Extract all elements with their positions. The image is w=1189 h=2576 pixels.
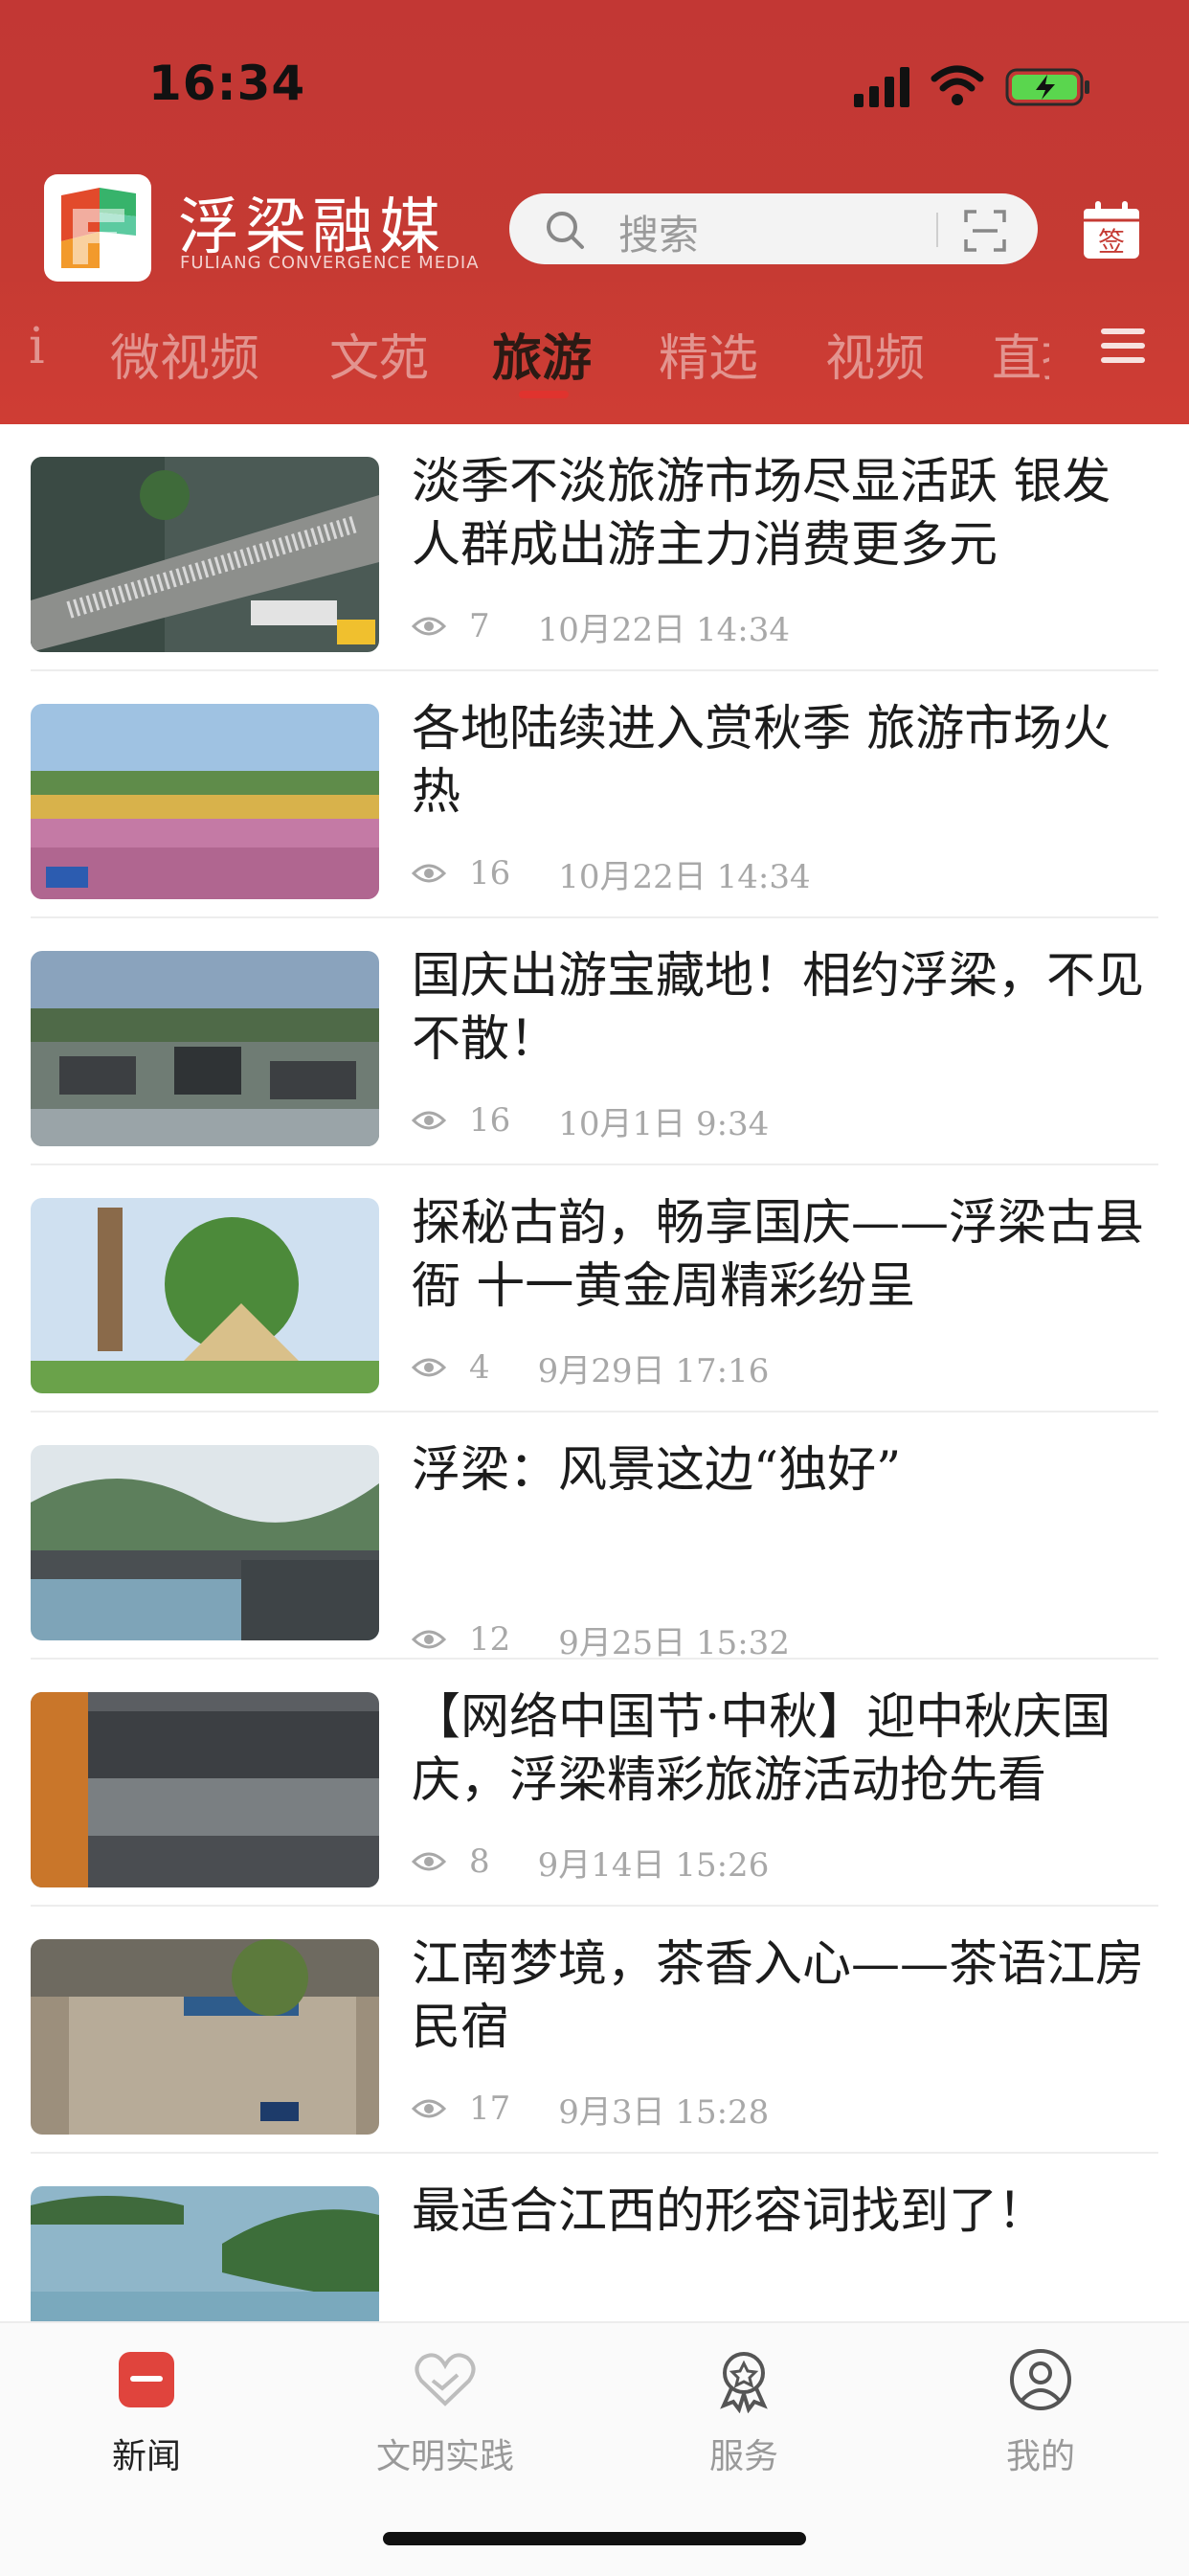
nav-profile[interactable]: 我的 <box>921 2323 1160 2515</box>
search-placeholder: 搜索 <box>618 212 700 259</box>
nav-civilization[interactable]: 文明实践 <box>325 2323 565 2515</box>
publish-time: 10月1日 9:34 <box>558 1104 770 1143</box>
list-item[interactable]: 探秘古韵，畅享国庆——浮梁古县衙 十一黄金周精彩纷呈 4 9月29日 17:16 <box>0 1165 1189 1412</box>
view-count: 17 <box>469 2090 511 2128</box>
nav-profile-label: 我的 <box>1005 2437 1075 2476</box>
nav-civilization-label: 文明实践 <box>375 2437 514 2476</box>
nav-news-label: 新闻 <box>111 2437 181 2476</box>
cellular-signal-icon <box>854 67 909 107</box>
view-count: 16 <box>469 1101 511 1140</box>
search-divider <box>936 213 938 247</box>
publish-time: 10月22日 14:34 <box>558 857 811 896</box>
nav-service[interactable]: 服务 <box>624 2323 864 2515</box>
nav-news[interactable]: 新闻 <box>27 2323 266 2515</box>
news-icon <box>119 2352 174 2407</box>
view-count: 16 <box>469 854 511 893</box>
article-thumbnail <box>31 1939 379 2135</box>
article-title: 浮梁：风景这边“独好” <box>412 1442 902 1499</box>
wifi-icon <box>931 65 984 105</box>
search-icon <box>547 212 584 249</box>
article-meta: 12 9月25日 15:32 <box>412 1616 790 1663</box>
publish-time: 9月29日 17:16 <box>537 1351 770 1390</box>
publish-time: 9月25日 15:32 <box>558 1623 790 1662</box>
battery-charging-icon <box>1005 68 1089 106</box>
eye-icon <box>412 617 446 636</box>
brand-subtitle: FULIANG CONVERGENCE MEDIA <box>180 253 480 273</box>
menu-icon[interactable] <box>1099 326 1147 366</box>
tab-micro-video[interactable]: 微视频 <box>110 318 259 390</box>
article-meta: 16 10月1日 9:34 <box>412 1096 769 1144</box>
list-item[interactable]: 淡季不淡旅游市场尽显活跃 银发人群成出游主力消费更多元 7 10月22日 14:… <box>0 424 1189 671</box>
publish-time: 10月22日 14:34 <box>537 610 790 649</box>
article-title: 最适合江西的形容词找到了！ <box>412 2183 1047 2240</box>
article-thumbnail <box>31 704 379 899</box>
article-thumbnail <box>31 1692 379 1887</box>
article-thumbnail <box>31 951 379 1146</box>
home-indicator <box>383 2532 806 2545</box>
list-item[interactable]: 各地陆续进入赏秋季 旅游市场火热 16 10月22日 14:34 <box>0 671 1189 918</box>
article-title: 国庆出游宝藏地！相约浮梁，不见不散！ <box>412 948 1145 1068</box>
eye-icon <box>412 1852 446 1871</box>
view-count: 7 <box>469 607 490 645</box>
category-tabs: i 微视频 文苑 旅游 精选 视频 直播 <box>0 306 1189 393</box>
tab-live[interactable]: 直播 <box>992 318 1049 390</box>
badge-icon <box>720 2352 768 2413</box>
article-title: 各地陆续进入赏秋季 旅游市场火热 <box>412 701 1111 821</box>
article-meta: 16 10月22日 14:34 <box>412 849 811 897</box>
article-meta: 4 9月29日 17:16 <box>412 1344 769 1391</box>
list-item[interactable]: 浮梁：风景这边“独好” 12 9月25日 15:32 <box>0 1412 1189 1663</box>
eye-icon <box>412 1358 446 1377</box>
scan-icon[interactable] <box>963 209 1007 253</box>
eye-icon <box>412 1630 446 1649</box>
tab-featured[interactable]: 精选 <box>659 318 758 390</box>
list-item[interactable]: 国庆出游宝藏地！相约浮梁，不见不散！ 16 10月1日 9:34 <box>0 918 1189 1165</box>
profile-icon <box>1010 2349 1071 2410</box>
article-meta: 17 9月3日 15:28 <box>412 2085 769 2133</box>
list-item[interactable]: 江南梦境，茶香入心——茶语江房民宿 17 9月3日 15:28 <box>0 1907 1189 2154</box>
article-title: 【网络中国节·中秋】迎中秋庆国庆，浮梁精彩旅游活动抢先看 <box>412 1689 1111 1809</box>
article-title: 探秘古韵，畅享国庆——浮梁古县衙 十一黄金周精彩纷呈 <box>412 1195 1145 1315</box>
view-count: 12 <box>469 1620 511 1659</box>
article-thumbnail <box>31 457 379 652</box>
calendar-icon: 签 <box>1084 201 1139 259</box>
view-count: 4 <box>469 1348 490 1387</box>
checkin-button[interactable]: 签 <box>1080 199 1143 262</box>
eye-icon <box>412 1111 446 1130</box>
search-bar[interactable]: 搜索 <box>509 193 1038 264</box>
article-title: 江南梦境，茶香入心——茶语江房民宿 <box>412 1936 1145 2056</box>
status-time: 16:34 <box>148 56 306 111</box>
eye-icon <box>412 2099 446 2118</box>
article-thumbnail <box>31 1198 379 1393</box>
article-meta: 8 9月14日 15:26 <box>412 1838 769 1886</box>
active-tab-indicator <box>519 391 569 398</box>
view-count: 8 <box>469 1842 490 1881</box>
tab-wenyuan[interactable]: 文苑 <box>329 318 429 390</box>
article-title: 淡季不淡旅游市场尽显活跃 银发人群成出游主力消费更多元 <box>412 454 1111 574</box>
list-item[interactable]: 【网络中国节·中秋】迎中秋庆国庆，浮梁精彩旅游活动抢先看 8 9月14日 15:… <box>0 1660 1189 1907</box>
tab-video[interactable]: 视频 <box>825 318 925 390</box>
tab-travel[interactable]: 旅游 <box>492 318 592 390</box>
eye-icon <box>412 864 446 883</box>
checkin-label: 签 <box>1098 226 1125 258</box>
heart-icon <box>415 2353 476 2407</box>
article-thumbnail <box>31 1445 379 1640</box>
publish-time: 9月14日 15:26 <box>537 1845 770 1885</box>
publish-time: 9月3日 15:28 <box>558 2092 770 2132</box>
app-header: 16:34 浮梁融媒 FULIANG CONVERGENCE MEDIA 搜索 <box>0 0 1189 424</box>
app-logo <box>44 174 151 282</box>
tab-partial[interactable]: i <box>29 318 45 375</box>
nav-service-label: 服务 <box>708 2437 778 2476</box>
article-meta: 7 10月22日 14:34 <box>412 602 790 650</box>
